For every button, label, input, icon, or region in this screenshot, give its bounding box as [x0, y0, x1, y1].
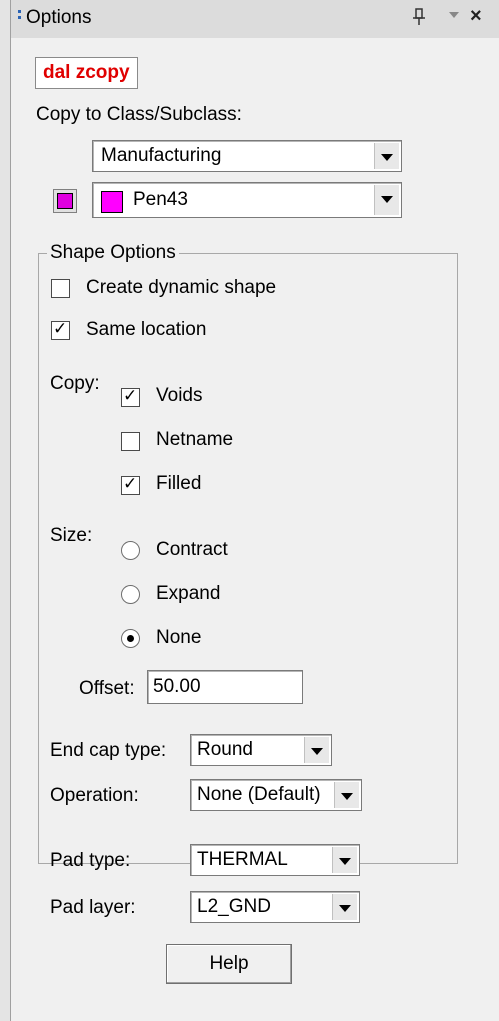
- pad-layer-select[interactable]: L2_GND: [190, 891, 360, 923]
- end-cap-arrow-icon[interactable]: [304, 737, 329, 763]
- pad-type-select-value: THERMAL: [197, 849, 288, 870]
- copy-label: Copy:: [50, 373, 100, 394]
- size-none-label: None: [156, 627, 202, 648]
- panel-title: Options: [26, 7, 92, 28]
- offset-input[interactable]: 50.00: [147, 670, 303, 704]
- color-swatch-icon: [57, 193, 73, 209]
- pad-layer-arrow-icon[interactable]: [332, 894, 357, 920]
- copy-netname-label: Netname: [156, 429, 234, 450]
- subclass-select-arrow-icon[interactable]: [374, 185, 399, 215]
- size-contract-radio[interactable]: [121, 541, 140, 560]
- subclass-select-value: Pen43: [133, 189, 188, 210]
- pin-icon[interactable]: [412, 8, 426, 31]
- copy-filled-checkbox[interactable]: ✓: [121, 474, 140, 495]
- pad-type-arrow-icon[interactable]: [332, 847, 357, 873]
- size-none-radio[interactable]: [121, 629, 140, 648]
- grip-icon[interactable]: [18, 10, 22, 26]
- offset-input-value: 50.00: [153, 676, 201, 697]
- same-location-label: Same location: [86, 319, 207, 340]
- operation-select[interactable]: None (Default): [190, 779, 362, 811]
- create-dynamic-shape-checkbox[interactable]: [51, 279, 70, 298]
- shape-options-label: Shape Options: [47, 242, 179, 264]
- create-dynamic-shape-label: Create dynamic shape: [86, 277, 277, 298]
- operation-arrow-icon[interactable]: [334, 782, 359, 808]
- color-swatch-button[interactable]: [53, 189, 77, 213]
- class-select-arrow-icon[interactable]: [374, 143, 399, 169]
- class-select-value: Manufacturing: [101, 145, 222, 166]
- copy-voids-label: Voids: [156, 385, 203, 406]
- size-expand-label: Expand: [156, 583, 221, 604]
- pad-layer-label: Pad layer:: [50, 897, 136, 918]
- end-cap-select-value: Round: [197, 739, 253, 760]
- pad-layer-select-value: L2_GND: [197, 896, 271, 917]
- copy-netname-checkbox[interactable]: [121, 432, 140, 451]
- command-name: dal zcopy: [35, 57, 138, 89]
- dropdown-arrow-icon[interactable]: [449, 8, 459, 22]
- size-contract-label: Contract: [156, 539, 228, 560]
- shape-options-group: [38, 253, 458, 864]
- offset-label: Offset:: [79, 678, 135, 699]
- pad-type-select[interactable]: THERMAL: [190, 844, 360, 876]
- pad-type-label: Pad type:: [50, 850, 131, 871]
- size-expand-radio[interactable]: [121, 585, 140, 604]
- left-border: [0, 0, 11, 1021]
- same-location-checkbox[interactable]: ✓: [51, 319, 70, 340]
- close-icon[interactable]: ×: [470, 5, 482, 28]
- copy-to-label: Copy to Class/Subclass:: [36, 104, 242, 125]
- end-cap-select[interactable]: Round: [190, 734, 332, 766]
- end-cap-label: End cap type:: [50, 740, 167, 761]
- copy-filled-label: Filled: [156, 473, 202, 494]
- subclass-color-icon: [101, 191, 123, 213]
- operation-label: Operation:: [50, 785, 139, 806]
- subclass-select[interactable]: Pen43: [92, 182, 402, 218]
- help-button[interactable]: Help: [166, 944, 292, 984]
- class-select[interactable]: Manufacturing: [92, 140, 402, 172]
- size-label: Size:: [50, 525, 93, 546]
- copy-voids-checkbox[interactable]: ✓: [121, 386, 140, 407]
- operation-select-value: None (Default): [197, 784, 321, 805]
